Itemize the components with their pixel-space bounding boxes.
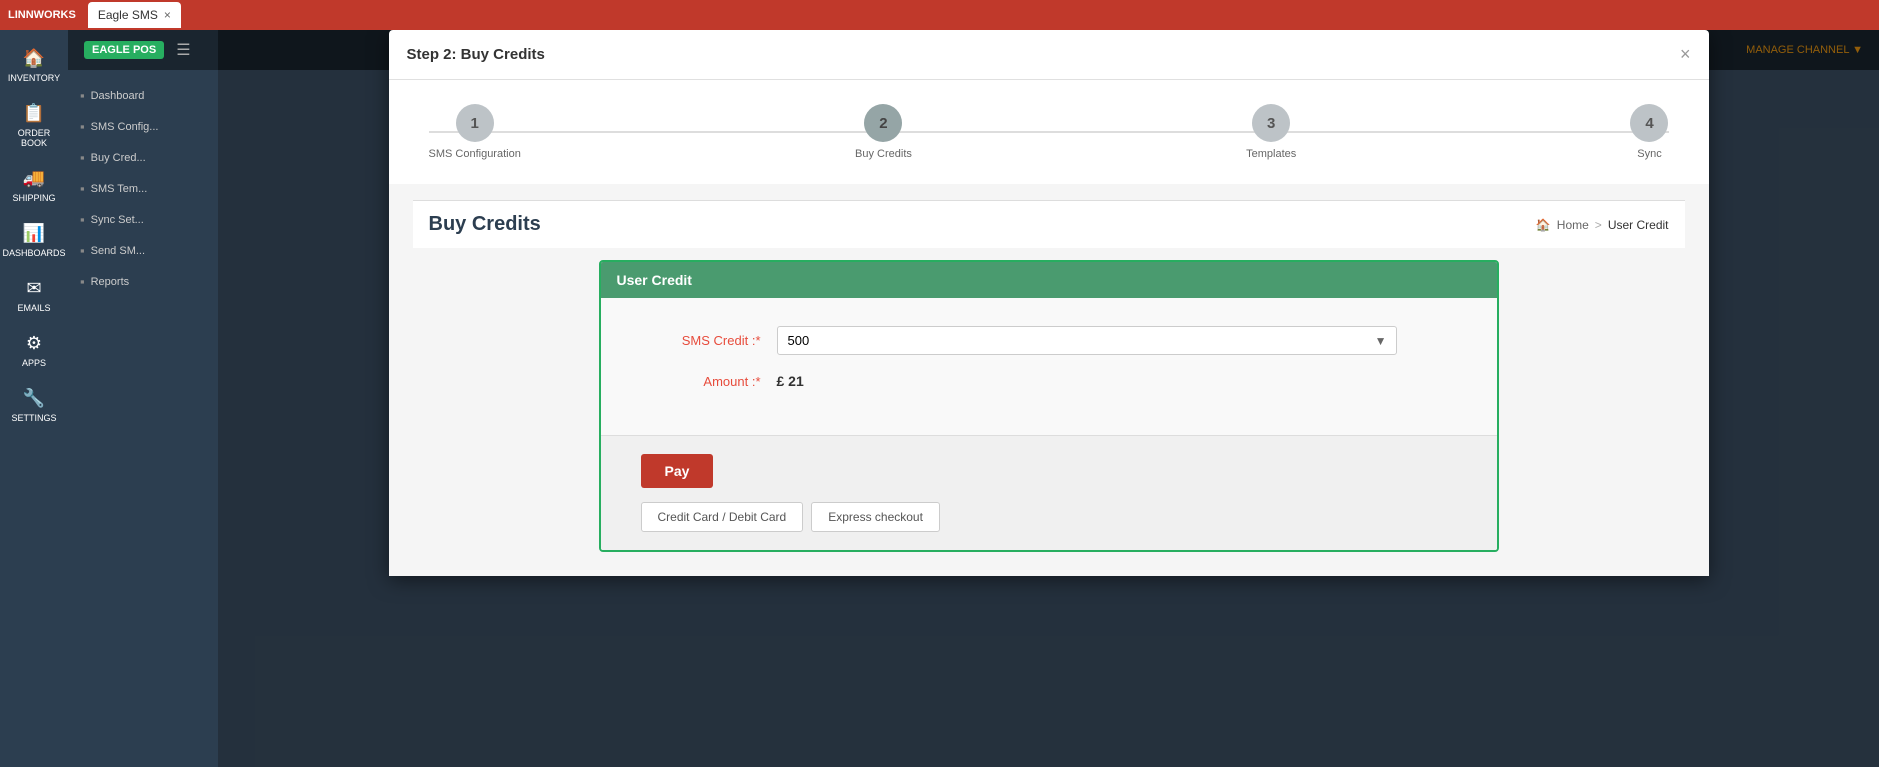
secondary-sidebar: ▪ Dashboard ▪ SMS Config... ▪ Buy Cred..…: [68, 70, 218, 767]
step-3-label: Templates: [1246, 148, 1296, 160]
settings-icon: 🔧: [23, 388, 45, 409]
send-sms-icon: ▪: [80, 243, 85, 258]
secondary-item-reports-label: Reports: [91, 276, 130, 288]
secondary-item-sms-config-label: SMS Config...: [91, 121, 159, 133]
breadcrumb-home[interactable]: Home: [1557, 218, 1589, 232]
order-book-icon: 📋: [23, 103, 45, 124]
modal-title: Step 2: Buy Credits: [407, 46, 545, 63]
sidebar-item-order-book-label: ORDER BOOK: [4, 128, 64, 148]
sync-settings-icon: ▪: [80, 212, 85, 227]
payment-section: Pay Credit Card / Debit Card Express che…: [601, 435, 1497, 550]
apps-icon: ⚙: [26, 333, 42, 354]
app-logo: EAGLE POS: [84, 41, 164, 59]
express-checkout-button[interactable]: Express checkout: [811, 502, 940, 532]
step-4: 4 Sync: [1630, 104, 1668, 160]
stepper-steps: 1 SMS Configuration 2 Buy Credits 3 Temp…: [429, 104, 1669, 160]
secondary-item-send-sms-label: Send SM...: [91, 245, 145, 257]
sms-credit-required: *: [755, 333, 760, 348]
sidebar-item-emails-label: EMAILS: [17, 303, 50, 313]
sms-templates-icon: ▪: [80, 181, 85, 196]
modal-close-button[interactable]: ×: [1680, 44, 1691, 65]
step-2-circle: 2: [864, 104, 902, 142]
sidebar-item-settings-label: SETTINGS: [11, 413, 56, 423]
sms-credit-label: SMS Credit :*: [641, 333, 761, 348]
breadcrumb-separator: >: [1595, 218, 1602, 232]
secondary-item-sync-settings-label: Sync Set...: [91, 214, 144, 226]
secondary-item-send-sms[interactable]: ▪ Send SM...: [68, 235, 218, 266]
modal-overlay: Step 2: Buy Credits × 1 SMS Configuratio…: [218, 30, 1879, 767]
sidebar-item-dashboards[interactable]: 📊 DASHBOARDS: [0, 213, 68, 268]
secondary-item-reports[interactable]: ▪ Reports: [68, 266, 218, 297]
card-body: SMS Credit :* 500 1000 2000 5000 10000: [601, 298, 1497, 435]
sidebar-item-settings[interactable]: 🔧 SETTINGS: [0, 378, 68, 433]
amount-label: Amount :*: [641, 374, 761, 389]
brand-label: LINNWORKS: [8, 9, 76, 21]
secondary-item-buy-credits-label: Buy Cred...: [91, 152, 146, 164]
step-1-circle: 1: [456, 104, 494, 142]
sidebar-item-emails[interactable]: ✉ EMAILS: [0, 268, 68, 323]
secondary-item-sms-config[interactable]: ▪ SMS Config...: [68, 111, 218, 142]
emails-icon: ✉: [26, 278, 41, 299]
step-4-circle: 4: [1630, 104, 1668, 142]
modal-body: Buy Credits 🏠 Home > User Credit User Cr…: [389, 184, 1709, 576]
buy-credits-title: Buy Credits: [429, 213, 541, 236]
sidebar-item-shipping[interactable]: 🚚 SHIPPING: [0, 158, 68, 213]
breadcrumb: 🏠 Home > User Credit: [1536, 218, 1669, 232]
secondary-item-sms-templates-label: SMS Tem...: [91, 183, 148, 195]
sms-credit-row: SMS Credit :* 500 1000 2000 5000 10000: [641, 326, 1457, 355]
dashboards-icon: 📊: [23, 223, 45, 244]
sms-config-icon: ▪: [80, 119, 85, 134]
stepper: 1 SMS Configuration 2 Buy Credits 3 Temp…: [389, 80, 1709, 184]
tab-bar: LINNWORKS Eagle SMS ×: [0, 0, 1879, 30]
step-4-label: Sync: [1637, 148, 1661, 160]
content-area: EAGLE POS ☰ MANAGE CHANNEL ▼ ▪ Dashboard…: [68, 30, 1879, 767]
amount-row: Amount :* £ 21: [641, 373, 1457, 389]
dashboard-icon: ▪: [80, 88, 85, 103]
main-layout: 🏠 INVENTORY 📋 ORDER BOOK 🚚 SHIPPING 📊 DA…: [0, 30, 1879, 767]
sms-credit-select-wrap: 500 1000 2000 5000 10000 ▼: [777, 326, 1397, 355]
credit-card-button[interactable]: Credit Card / Debit Card: [641, 502, 804, 532]
secondary-item-sync-settings[interactable]: ▪ Sync Set...: [68, 204, 218, 235]
secondary-item-sms-templates[interactable]: ▪ SMS Tem...: [68, 173, 218, 204]
amount-required: *: [755, 374, 760, 389]
sidebar-item-apps-label: APPS: [22, 358, 46, 368]
tab-close-button[interactable]: ×: [164, 8, 171, 22]
buy-credits-modal: Step 2: Buy Credits × 1 SMS Configuratio…: [389, 30, 1709, 576]
modal-header: Step 2: Buy Credits ×: [389, 30, 1709, 80]
hamburger-icon[interactable]: ☰: [176, 40, 190, 60]
sms-credit-select[interactable]: 500 1000 2000 5000 10000: [777, 326, 1397, 355]
amount-value: £ 21: [777, 373, 804, 389]
step-2: 2 Buy Credits: [855, 104, 912, 160]
user-credit-card: User Credit SMS Credit :* 500: [599, 260, 1499, 552]
buy-credits-header: Buy Credits 🏠 Home > User Credit: [413, 200, 1685, 248]
step-3-circle: 3: [1252, 104, 1290, 142]
inventory-icon: 🏠: [23, 48, 45, 69]
pay-button[interactable]: Pay: [641, 454, 714, 488]
payment-methods: Credit Card / Debit Card Express checkou…: [641, 502, 1457, 532]
tab-label: Eagle SMS: [98, 8, 158, 22]
left-sidebar: 🏠 INVENTORY 📋 ORDER BOOK 🚚 SHIPPING 📊 DA…: [0, 30, 68, 767]
secondary-item-dashboard-label: Dashboard: [91, 90, 145, 102]
step-1-label: SMS Configuration: [429, 148, 521, 160]
secondary-item-buy-credits[interactable]: ▪ Buy Cred...: [68, 142, 218, 173]
shipping-icon: 🚚: [23, 168, 45, 189]
sidebar-item-shipping-label: SHIPPING: [12, 193, 55, 203]
sidebar-item-apps[interactable]: ⚙ APPS: [0, 323, 68, 378]
tab-eagle-sms[interactable]: Eagle SMS ×: [88, 2, 181, 28]
step-3: 3 Templates: [1246, 104, 1296, 160]
reports-icon: ▪: [80, 274, 85, 289]
sidebar-item-dashboards-label: DASHBOARDS: [3, 248, 66, 258]
sidebar-item-order-book[interactable]: 📋 ORDER BOOK: [0, 93, 68, 158]
step-1: 1 SMS Configuration: [429, 104, 521, 160]
sidebar-item-inventory-label: INVENTORY: [8, 73, 60, 83]
home-icon: 🏠: [1536, 218, 1551, 232]
sidebar-item-inventory[interactable]: 🏠 INVENTORY: [0, 38, 68, 93]
breadcrumb-current: User Credit: [1608, 218, 1669, 232]
card-header: User Credit: [601, 262, 1497, 298]
secondary-item-dashboard[interactable]: ▪ Dashboard: [68, 80, 218, 111]
buy-credits-icon: ▪: [80, 150, 85, 165]
step-2-label: Buy Credits: [855, 148, 912, 160]
